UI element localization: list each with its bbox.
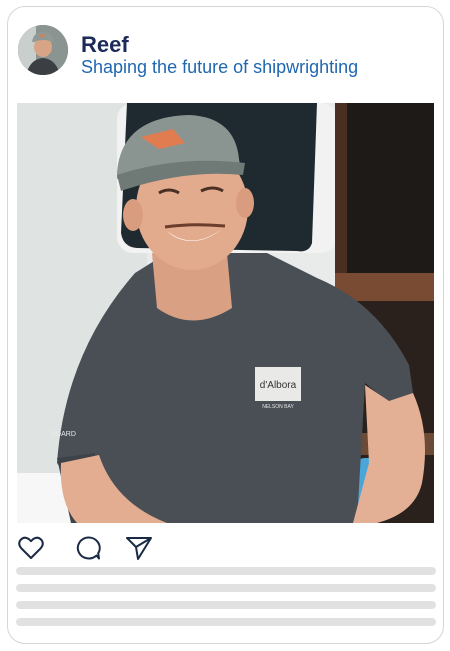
tagline: Shaping the future of shipwrighting <box>81 57 359 77</box>
comment-icon <box>76 536 101 560</box>
send-icon <box>126 537 152 560</box>
comment-button[interactable] <box>74 535 102 561</box>
like-button[interactable] <box>17 535 45 561</box>
post-photo-image: d'Albora NELSON BAY BOARD <box>17 103 434 523</box>
placeholder-line <box>16 601 436 609</box>
sleeve-text: BOARD <box>51 431 76 438</box>
placeholder-line <box>16 584 436 592</box>
avatar[interactable] <box>18 25 68 75</box>
shirt-logo: d'Albora <box>260 380 297 391</box>
share-button[interactable] <box>125 535 153 561</box>
post-photo[interactable]: d'Albora NELSON BAY BOARD <box>17 103 434 523</box>
post-actions <box>17 535 217 561</box>
heart-icon <box>18 536 44 559</box>
shirt-logo-sub: NELSON BAY <box>262 404 294 410</box>
caption-placeholder <box>16 567 436 635</box>
placeholder-line <box>16 618 436 626</box>
avatar-image <box>18 25 68 75</box>
username[interactable]: Reef <box>81 32 129 58</box>
placeholder-line <box>16 567 436 575</box>
